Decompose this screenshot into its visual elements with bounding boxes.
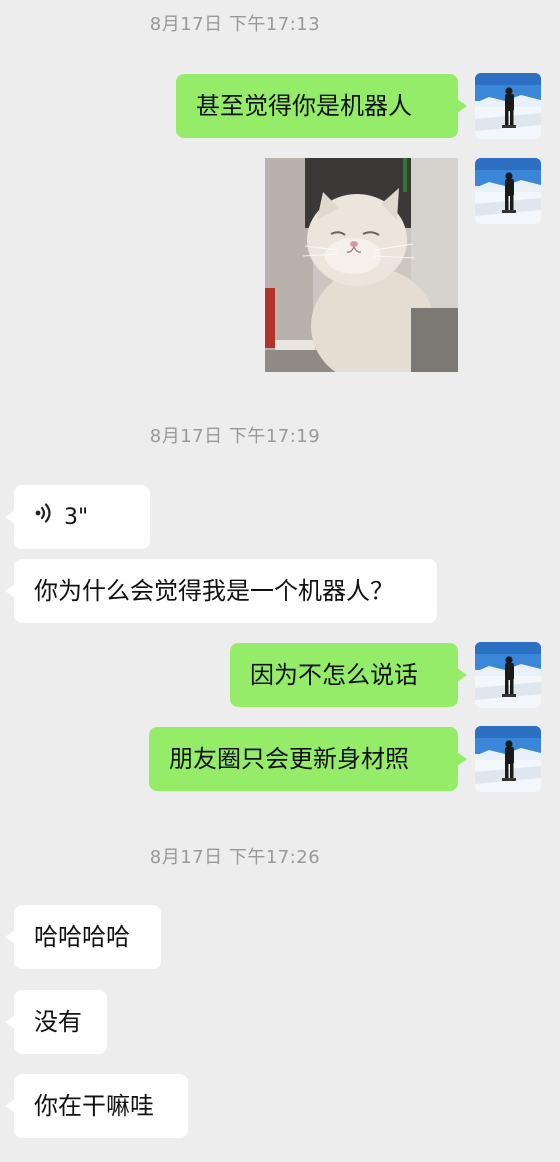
message-text: 因为不怎么说话 bbox=[250, 661, 418, 689]
message-text: 没有 bbox=[34, 1008, 82, 1036]
message-text: 你在干嘛哇 bbox=[34, 1092, 154, 1120]
message-text: 哈哈哈哈 bbox=[34, 923, 130, 951]
voice-duration: 3" bbox=[64, 505, 89, 530]
incoming-voice-message[interactable]: 3" bbox=[5, 484, 150, 549]
voice-wave-icon bbox=[34, 484, 54, 548]
message-text: 你为什么会觉得我是一个机器人？ bbox=[34, 577, 394, 605]
message-text: 甚至觉得你是机器人 bbox=[196, 92, 412, 120]
chat-message-list[interactable]: 8月17日 下午17:13 甚至觉得你是机器人 8月17日 下午17:19 3"… bbox=[0, 0, 560, 1162]
timestamp: 8月17日 下午17:26 bbox=[149, 847, 321, 868]
avatar-image bbox=[475, 726, 541, 792]
outgoing-message-bubble[interactable]: 朋友圈只会更新身材照 bbox=[149, 727, 467, 791]
self-avatar[interactable] bbox=[475, 726, 541, 792]
avatar-image bbox=[475, 642, 541, 708]
timestamp: 8月17日 下午17:19 bbox=[149, 426, 321, 447]
outgoing-message-bubble[interactable]: 甚至觉得你是机器人 bbox=[176, 74, 467, 138]
self-avatar[interactable] bbox=[475, 158, 541, 224]
incoming-message-bubble[interactable]: 没有 bbox=[5, 990, 107, 1054]
cat-photo bbox=[265, 158, 458, 372]
self-avatar[interactable] bbox=[475, 73, 541, 139]
outgoing-message-bubble[interactable]: 因为不怎么说话 bbox=[230, 643, 467, 707]
timestamp: 8月17日 下午17:13 bbox=[149, 14, 321, 35]
incoming-message-bubble[interactable]: 你在干嘛哇 bbox=[5, 1074, 188, 1138]
avatar-image bbox=[475, 158, 541, 224]
incoming-message-bubble[interactable]: 你为什么会觉得我是一个机器人？ bbox=[5, 559, 437, 623]
message-text: 朋友圈只会更新身材照 bbox=[169, 745, 409, 773]
cat-photo-message[interactable] bbox=[265, 158, 458, 372]
incoming-message-bubble[interactable]: 哈哈哈哈 bbox=[5, 905, 161, 969]
avatar-image bbox=[475, 73, 541, 139]
self-avatar[interactable] bbox=[475, 642, 541, 708]
